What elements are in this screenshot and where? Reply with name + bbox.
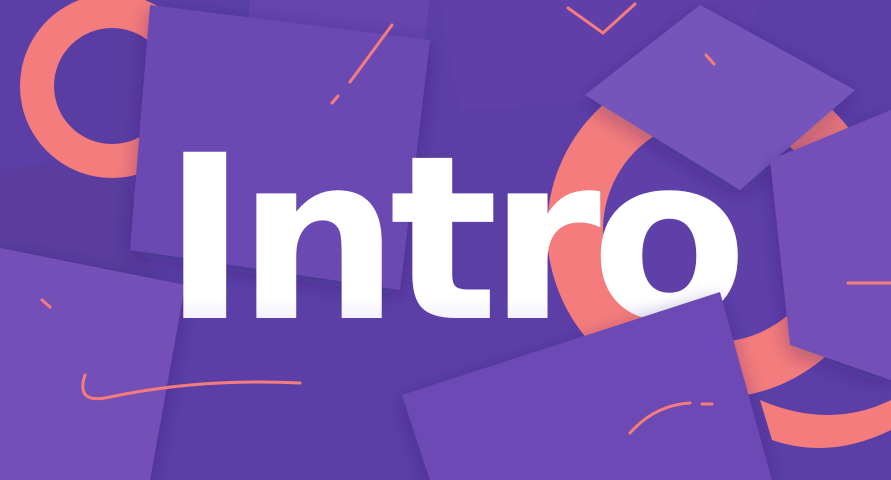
banner-artwork: Intro (0, 0, 891, 480)
intro-banner: Intro (0, 0, 891, 480)
